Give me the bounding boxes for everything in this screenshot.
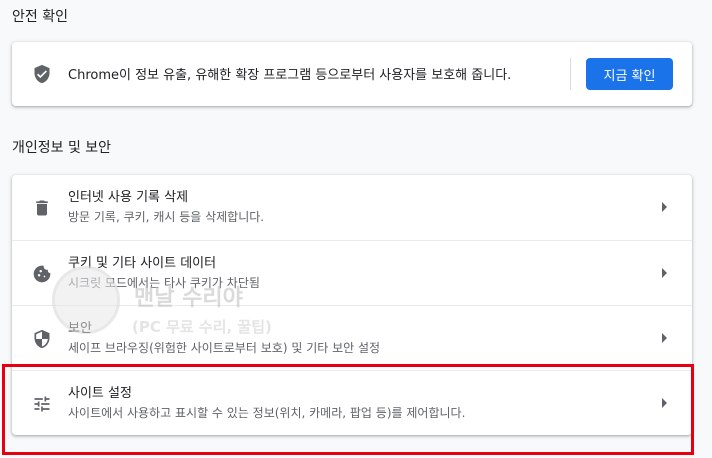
row-subtitle: 사이트에서 사용하고 표시할 수 있는 정보(위치, 카메라, 팝업 등)를 제… (68, 406, 466, 420)
safety-check-description: Chrome이 정보 유출, 유해한 확장 프로그램 등으로부터 사용자를 보호… (68, 68, 512, 83)
trash-icon (36, 200, 48, 216)
privacy-security-card: 인터넷 사용 기록 삭제 방문 기록, 쿠키, 캐시 등을 삭제합니다. 쿠키 … (12, 175, 692, 435)
shield-check-icon (34, 64, 50, 84)
privacy-security-heading: 개인정보 및 보안 (12, 140, 112, 156)
row-site-settings[interactable]: 사이트 설정 사이트에서 사용하고 표시할 수 있는 정보(위치, 카메라, 팝… (12, 370, 692, 435)
chevron-right-icon (662, 333, 667, 343)
safety-check-heading: 안전 확인 (12, 9, 68, 25)
chevron-right-icon (662, 202, 667, 212)
row-security[interactable]: 보안 세이프 브라우징(위험한 사이트로부터 보호) 및 기타 보안 설정 (12, 305, 692, 370)
check-now-button[interactable]: 지금 확인 (586, 58, 673, 90)
divider (570, 58, 571, 90)
safety-check-row: Chrome이 정보 유출, 유해한 확장 프로그램 등으로부터 사용자를 보호… (12, 42, 692, 106)
tune-icon (34, 396, 50, 412)
chevron-right-icon (662, 268, 667, 278)
row-cookies[interactable]: 쿠키 및 기타 사이트 데이터 시크릿 모드에서는 타사 쿠키가 차단됨 (12, 240, 692, 305)
row-title: 인터넷 사용 기록 삭제 (68, 190, 189, 205)
row-clear-browsing-data[interactable]: 인터넷 사용 기록 삭제 방문 기록, 쿠키, 캐시 등을 삭제합니다. (12, 175, 692, 240)
row-title: 쿠키 및 기타 사이트 데이터 (68, 256, 217, 271)
safety-check-card: Chrome이 정보 유출, 유해한 확장 프로그램 등으로부터 사용자를 보호… (12, 42, 692, 106)
row-subtitle: 세이프 브라우징(위험한 사이트로부터 보호) 및 기타 보안 설정 (68, 341, 381, 355)
row-title: 사이트 설정 (68, 386, 132, 401)
row-title: 보안 (68, 321, 92, 336)
shield-half-icon (34, 329, 50, 349)
cookie-icon (33, 265, 51, 283)
row-subtitle: 방문 기록, 쿠키, 캐시 등을 삭제합니다. (68, 210, 265, 224)
row-subtitle: 시크릿 모드에서는 타사 쿠키가 차단됨 (68, 276, 260, 290)
chevron-right-icon (662, 398, 667, 408)
